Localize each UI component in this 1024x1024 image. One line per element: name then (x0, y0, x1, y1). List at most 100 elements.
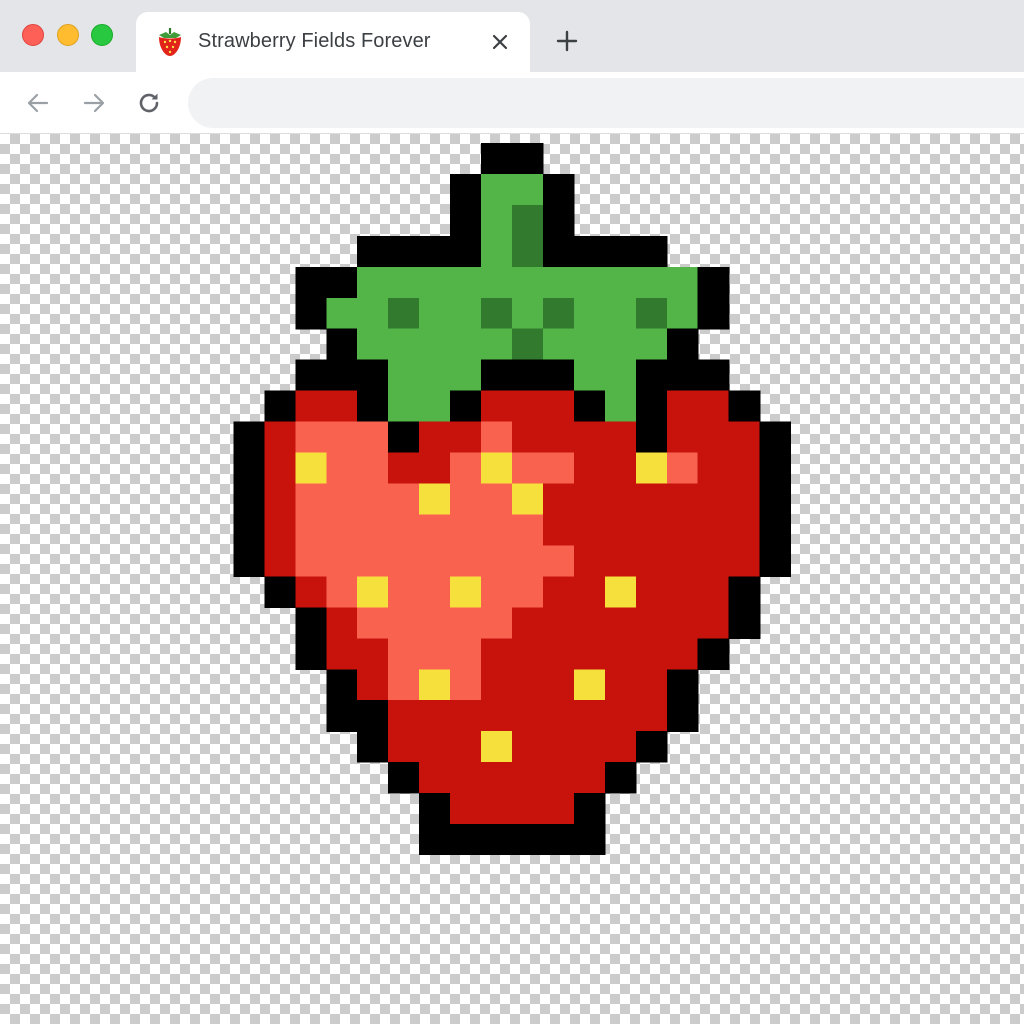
berry-pixel (419, 421, 451, 454)
berry-pixel (604, 483, 637, 516)
outline-pixel (326, 266, 358, 299)
berry-pixel (635, 483, 668, 516)
outline-pixel (326, 359, 358, 392)
berry-pixel (264, 421, 296, 454)
arrow-left-icon[interactable] (24, 89, 52, 117)
berry-pixel (419, 452, 451, 485)
leaf-pixel (419, 359, 451, 392)
window-minimize-button[interactable] (57, 24, 79, 46)
outline-pixel (295, 297, 327, 330)
berry-pixel (728, 483, 761, 516)
leaf-pixel (388, 390, 420, 423)
pixel-strawberry-image (233, 143, 791, 855)
seed-pixel (481, 452, 513, 485)
leaf-pixel (388, 328, 420, 361)
berry-pixel (697, 514, 730, 547)
berry-pixel (542, 452, 575, 485)
strawberry-icon (159, 28, 181, 56)
berry-pixel (326, 514, 358, 547)
leaf-pixel (419, 328, 451, 361)
berry-pixel (542, 514, 575, 547)
berry-pixel (481, 607, 513, 639)
window-maximize-button[interactable] (91, 24, 113, 46)
berry-pixel (604, 638, 637, 670)
outline-pixel (604, 762, 637, 794)
seed-pixel (419, 483, 451, 516)
berry-pixel (728, 545, 761, 578)
new-tab-plus-icon[interactable] (556, 30, 578, 52)
berry-pixel (573, 483, 606, 516)
outline-pixel (419, 793, 451, 825)
address-bar[interactable] (188, 78, 1024, 128)
outline-pixel (666, 669, 699, 701)
seed-pixel (635, 452, 668, 485)
berry-pixel (635, 700, 668, 732)
outline-pixel (264, 390, 296, 423)
berry-pixel (419, 731, 451, 763)
seed-pixel (512, 483, 544, 516)
berry-pixel (388, 514, 420, 547)
berry-pixel (604, 452, 637, 485)
berry-pixel (666, 638, 699, 670)
berry-pixel (666, 483, 699, 516)
berry-pixel (388, 483, 420, 516)
outline-pixel (512, 143, 544, 175)
outline-pixel (635, 731, 668, 763)
leaf-pixel (481, 266, 513, 299)
berry-pixel (326, 483, 358, 516)
outline-pixel (635, 421, 668, 454)
active-tab[interactable]: Strawberry Fields Forever (136, 12, 530, 72)
leaf-pixel (481, 204, 513, 237)
outline-pixel (728, 390, 761, 423)
berry-pixel (419, 700, 451, 732)
berry-pixel (481, 700, 513, 732)
berry-pixel (728, 421, 761, 454)
berry-pixel (573, 514, 606, 547)
outline-pixel (666, 700, 699, 732)
seed-pixel (604, 576, 637, 608)
berry-pixel (481, 576, 513, 608)
outline-pixel (295, 607, 327, 639)
berry-pixel (573, 452, 606, 485)
berry-pixel (450, 669, 482, 701)
outline-pixel (326, 700, 358, 732)
berry-pixel (512, 390, 544, 423)
leaf-pixel (635, 328, 668, 361)
berry-pixel (697, 421, 730, 454)
berry-pixel (388, 669, 420, 701)
outline-pixel (388, 421, 420, 454)
berry-pixel (450, 700, 482, 732)
berry-pixel (666, 545, 699, 578)
close-icon[interactable] (490, 32, 510, 52)
outline-pixel (759, 514, 791, 547)
berry-pixel (388, 576, 420, 608)
berry-pixel (604, 514, 637, 547)
outline-pixel (573, 235, 606, 268)
reload-icon[interactable] (135, 89, 163, 117)
window-close-button[interactable] (22, 24, 44, 46)
berry-pixel (450, 545, 482, 578)
outline-pixel (326, 669, 358, 701)
berry-pixel (542, 607, 575, 639)
outline-pixel (450, 390, 482, 423)
berry-pixel (542, 731, 575, 763)
seed-pixel (481, 731, 513, 763)
berry-pixel (419, 545, 451, 578)
outline-pixel (542, 204, 575, 237)
berry-pixel (295, 390, 327, 423)
berry-pixel (728, 452, 761, 485)
leaf-pixel (604, 359, 637, 392)
leaf-pixel (604, 390, 637, 423)
outline-pixel (666, 328, 699, 361)
berry-pixel (419, 607, 451, 639)
berry-pixel (388, 545, 420, 578)
berry-pixel (604, 731, 637, 763)
berry-pixel (697, 576, 730, 608)
berry-pixel (295, 514, 327, 547)
arrow-right-icon[interactable] (80, 89, 108, 117)
leaf-pixel (635, 266, 668, 299)
berry-pixel (666, 390, 699, 423)
berry-pixel (419, 576, 451, 608)
leaf-pixel (419, 297, 451, 330)
outline-pixel (419, 824, 451, 855)
